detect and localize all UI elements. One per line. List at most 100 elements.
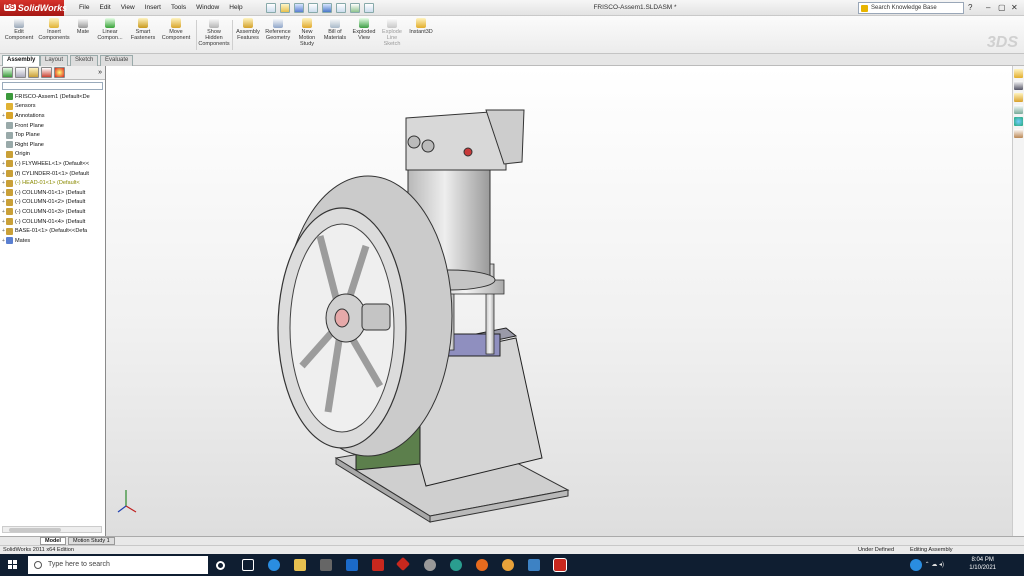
feature-manager-panel: » FRISCO-Assem1 (Default<De Sensors + Annot…	[0, 66, 106, 536]
help-dropdown-icon[interactable]: ?	[968, 3, 972, 12]
app-icon-2[interactable]	[502, 559, 514, 571]
solidworks-taskbar-icon[interactable]	[372, 559, 384, 571]
file-explorer-taskbar-icon[interactable]	[294, 559, 306, 571]
display-manager-icon[interactable]	[54, 67, 65, 78]
design-library-icon[interactable]	[1014, 81, 1023, 90]
tree-item[interactable]: Front Plane	[1, 121, 105, 131]
settings-icon[interactable]	[424, 559, 436, 571]
menu-window[interactable]: Window	[196, 4, 219, 11]
insert-components-button[interactable]: Insert Components	[36, 18, 72, 41]
new-document-icon[interactable]	[265, 2, 276, 13]
rebuild-icon[interactable]	[349, 2, 360, 13]
undo-icon[interactable]	[321, 2, 332, 13]
tab-model[interactable]: Model	[40, 537, 66, 545]
tree-item[interactable]: + (-) COLUMN-01<3> (Default	[1, 207, 105, 217]
draftsight-icon[interactable]	[395, 556, 411, 572]
windows-start-icon[interactable]	[8, 560, 18, 570]
edge-icon[interactable]	[268, 559, 280, 571]
resources-icon[interactable]	[1014, 69, 1023, 78]
instant3d-button[interactable]: Instant3D	[407, 18, 435, 35]
close-icon[interactable]: ✕	[1011, 3, 1018, 12]
task-view-icon[interactable]	[242, 559, 254, 571]
custom-properties-icon[interactable]	[1014, 129, 1023, 138]
tab-motion-study-1[interactable]: Motion Study 1	[68, 537, 115, 545]
tree-item[interactable]: Top Plane	[1, 130, 105, 140]
horizontal-scrollbar[interactable]	[2, 526, 102, 533]
task-pane	[1012, 66, 1024, 536]
menu-edit[interactable]: Edit	[99, 4, 110, 11]
tree-item-icon	[6, 131, 13, 139]
tree-item[interactable]: Origin	[1, 150, 105, 160]
search-knowledge-base-input[interactable]: Search Knowledge Base	[858, 2, 964, 14]
print-icon[interactable]	[307, 2, 318, 13]
smart-fasteners-button[interactable]: Smart Fasteners	[128, 18, 158, 41]
solidworks-active-icon[interactable]	[553, 558, 567, 572]
minimize-icon[interactable]: –	[986, 3, 990, 12]
expand-arrows-icon[interactable]: »	[98, 69, 102, 76]
scrollbar-thumb[interactable]	[9, 528, 61, 532]
bill-of-materials-button[interactable]: Bill of Materials	[321, 18, 349, 41]
tree-item[interactable]: + Annotations	[1, 111, 105, 121]
tree-item[interactable]: + (-) COLUMN-01<2> (Default	[1, 198, 105, 208]
mail-icon[interactable]	[346, 559, 358, 571]
menu-help[interactable]: Help	[229, 4, 242, 11]
reference-geometry-button[interactable]: Reference Geometry	[263, 18, 293, 41]
assembly-features-button[interactable]: Assembly Features	[234, 18, 262, 41]
viewport-window-controls[interactable]: – ▢ ✕	[990, 66, 1010, 67]
appearances-icon[interactable]	[1014, 117, 1023, 126]
options-icon[interactable]	[363, 2, 374, 13]
crank-bearing[interactable]	[361, 303, 391, 331]
move-component-button[interactable]: Move Component	[160, 18, 192, 41]
graphics-viewport[interactable]: – ▢ ✕	[106, 66, 1012, 536]
taskbar-search-input[interactable]: Type here to search	[28, 556, 208, 574]
help-tray-icon[interactable]	[910, 559, 922, 571]
tree-item[interactable]: Sensors	[1, 102, 105, 112]
exploded-view-button[interactable]: Exploded View	[350, 18, 378, 41]
tree-item[interactable]: + (-) COLUMN-01<4> (Default	[1, 217, 105, 227]
tree-filter-input[interactable]	[2, 82, 103, 90]
property-manager-icon[interactable]	[15, 67, 26, 78]
store-icon[interactable]	[320, 559, 332, 571]
tree-item[interactable]: + BASE-01<1> (Default<<Defa	[1, 226, 105, 236]
explode-line-sketch-button[interactable]: Explode Line Sketch	[379, 18, 405, 47]
tree-item[interactable]: + (-) COLUMN-01<1> (Default	[1, 188, 105, 198]
system-tray[interactable]: ⌃ ☁ ◂)	[925, 561, 944, 568]
tree-item[interactable]: Right Plane	[1, 140, 105, 150]
solidworks-logo[interactable]: DS SolidWorks	[0, 0, 67, 16]
menu-insert[interactable]: Insert	[145, 4, 161, 11]
mate-button[interactable]: Mate	[74, 18, 92, 35]
tree-item[interactable]: + Mates	[1, 236, 105, 246]
app-icon-3[interactable]	[528, 559, 540, 571]
view-palette-icon[interactable]	[1014, 105, 1023, 114]
tree-item-icon	[6, 102, 13, 110]
tab-evaluate[interactable]: Evaluate	[100, 55, 134, 66]
tree-item[interactable]: + (-) HEAD-01<1> (Default<	[1, 178, 105, 188]
tree-item[interactable]: + (-) FLYWHEEL<1> (Default<<	[1, 159, 105, 169]
taskbar-clock[interactable]: 8:04 PM 1/10/2021	[969, 556, 996, 572]
firefox-icon[interactable]	[476, 559, 488, 571]
menu-file[interactable]: File	[79, 4, 89, 11]
tab-assembly[interactable]: Assembly	[2, 55, 41, 66]
restore-icon[interactable]: ▢	[998, 3, 1006, 12]
tab-layout[interactable]: Layout	[40, 55, 69, 66]
edit-component-button[interactable]: Edit Component	[4, 18, 34, 41]
menu-view[interactable]: View	[121, 4, 135, 11]
menu-tools[interactable]: Tools	[171, 4, 186, 11]
tree-item[interactable]: FRISCO-Assem1 (Default<De	[1, 92, 105, 102]
select-icon[interactable]	[335, 2, 346, 13]
app-icon[interactable]	[450, 559, 462, 571]
configuration-manager-icon[interactable]	[28, 67, 39, 78]
cortana-icon[interactable]	[216, 561, 225, 570]
new-motion-study-button[interactable]: New Motion Study	[295, 18, 319, 47]
save-icon[interactable]	[293, 2, 304, 13]
dimxpert-icon[interactable]	[41, 67, 52, 78]
feature-tree-icon[interactable]	[2, 67, 13, 78]
tree-item[interactable]: + (f) CYLINDER-01<1> (Default	[1, 169, 105, 179]
file-explorer-icon[interactable]	[1014, 93, 1023, 102]
engine-assembly-model[interactable]	[106, 66, 1012, 536]
tab-sketch[interactable]: Sketch	[70, 55, 99, 66]
tree-item-label: Right Plane	[15, 141, 44, 148]
open-folder-icon[interactable]	[279, 2, 290, 13]
linear-component-pattern-button[interactable]: Linear Compon...	[94, 18, 126, 41]
show-hidden-components-button[interactable]: Show Hidden Components	[198, 18, 230, 47]
